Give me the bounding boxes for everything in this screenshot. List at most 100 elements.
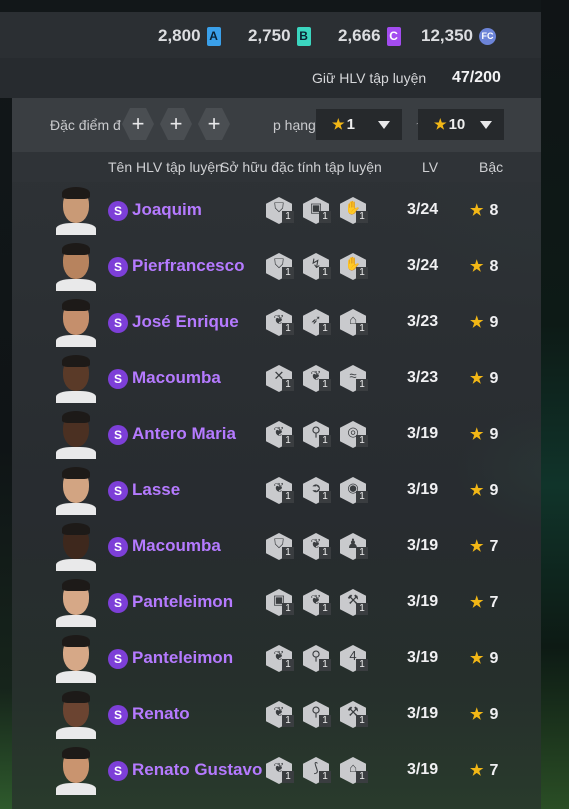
coach-level: 3/19 (407, 481, 439, 498)
coach-grade: ★ 9 (470, 313, 498, 332)
trait-count: 1 (356, 435, 368, 447)
star-icon: ★ (470, 258, 484, 275)
background-edge (541, 0, 569, 809)
star-icon: ★ (470, 202, 484, 219)
trait-count: 1 (319, 323, 331, 335)
coach-row[interactable]: S Antero Maria ❦ 1 ⚲ 1 ◎ 1 3/19 ★ 9 (12, 407, 541, 463)
currency-c-value: 2,666 (338, 26, 381, 45)
max-rank-value: 10 (448, 116, 466, 133)
add-trait-filter-button-1[interactable]: + (122, 108, 154, 140)
column-name[interactable]: Tên HLV tập luyện (108, 159, 223, 175)
trait-count: 1 (282, 491, 294, 503)
coach-row[interactable]: S Joaquim ⛉ 1 ▣ 1 ✋ 1 3/24 ★ 8 (12, 183, 541, 239)
grade-value: 9 (489, 706, 499, 723)
chevron-down-icon (378, 121, 390, 129)
add-trait-filter-button-3[interactable]: + (198, 108, 230, 140)
hold-label: Giữ HLV tập luyện (312, 70, 427, 86)
chevron-down-icon (480, 121, 492, 129)
trait-count: 1 (319, 491, 331, 503)
coach-level: 3/19 (407, 705, 439, 722)
trait-count: 1 (282, 771, 294, 783)
add-trait-filter-button-2[interactable]: + (160, 108, 192, 140)
filter-bar: Đặc điểm đ + + + p hạng ★ 1 ~ ★ 10 (12, 98, 541, 152)
trait-count: 1 (282, 715, 294, 727)
currency-fc: 12,350 FC (421, 26, 496, 46)
coach-name: Macoumba (132, 368, 221, 387)
coach-row[interactable]: S José Enrique ❦ 1 ➶ 1 ⌂ 1 3/23 ★ 9 (12, 295, 541, 351)
coach-grade: ★ 8 (470, 257, 498, 276)
grade-value: 9 (489, 370, 499, 387)
coach-level: 3/24 (407, 257, 439, 274)
trait-count: 1 (319, 267, 331, 279)
special-grade-badge: S (108, 313, 128, 333)
trait-count: 1 (319, 771, 331, 783)
grade-value: 8 (489, 258, 499, 275)
column-traits[interactable]: Sở hữu đặc tính tập luyện (220, 159, 382, 175)
trait-count: 1 (282, 211, 294, 223)
trait-count: 1 (356, 715, 368, 727)
currency-b-value: 2,750 (248, 26, 291, 45)
coach-level: 3/19 (407, 537, 439, 554)
star-icon: ★ (470, 594, 484, 611)
coach-row[interactable]: S Panteleimon ❦ 1 ⚲ 1 4 1 3/19 ★ 9 (12, 631, 541, 687)
grade-value: 9 (489, 650, 499, 667)
coach-grade: ★ 9 (470, 425, 498, 444)
avatar (56, 691, 96, 739)
coach-row[interactable]: S Renato ❦ 1 ⚲ 1 ⚒ 1 3/19 ★ 9 (12, 687, 541, 743)
star-icon: ★ (470, 762, 484, 779)
grade-value: 7 (489, 538, 499, 555)
special-grade-badge: S (108, 705, 128, 725)
grade-value: 9 (489, 314, 499, 331)
column-level[interactable]: LV (422, 159, 438, 175)
trait-count: 1 (356, 659, 368, 671)
coach-row[interactable]: S Macoumba ✕ 1 ❦ 1 ≈1 3/23 ★ 9 (12, 351, 541, 407)
avatar (56, 579, 96, 627)
avatar (56, 747, 96, 795)
currency-a: 2,800 A (158, 26, 221, 46)
coach-grade: ★ 7 (470, 593, 498, 612)
star-icon: ★ (434, 116, 447, 132)
trait-count: 1 (282, 659, 294, 671)
trait-count: 1 (319, 715, 331, 727)
coach-name: Macoumba (132, 536, 221, 555)
trait-count: 1 (319, 379, 331, 391)
coach-row[interactable]: S Lasse ❦ 1 ➲ 1 ◉ 1 3/19 ★ 9 (12, 463, 541, 519)
coach-row[interactable]: S Macoumba ⛉ 1 ❦ 1 ♟ 1 3/19 ★ 7 (12, 519, 541, 575)
special-grade-badge: S (108, 201, 128, 221)
coach-name: Joaquim (132, 200, 202, 219)
column-grade[interactable]: Bậc (479, 159, 503, 175)
trait-count: 1 (356, 603, 368, 615)
avatar (56, 187, 96, 235)
grade-value: 7 (489, 762, 499, 779)
star-icon: ★ (332, 116, 345, 132)
star-icon: ★ (470, 482, 484, 499)
coach-level: 3/23 (407, 369, 439, 386)
trait-count: 1 (319, 659, 331, 671)
hold-info: Giữ HLV tập luyện 47/200 (0, 58, 541, 98)
coach-name: Lasse (132, 480, 181, 499)
hold-count: 47/200 (452, 69, 501, 86)
coach-grade: ★ 7 (470, 761, 498, 780)
currency-b-icon: B (296, 26, 311, 46)
min-rank-value: 1 (346, 116, 355, 133)
coach-grade: ★ 9 (470, 649, 498, 668)
trait-count: 1 (356, 547, 368, 559)
trait-count: 1 (282, 323, 294, 335)
trait-count: 1 (319, 211, 331, 223)
min-rank-select[interactable]: ★ 1 (316, 109, 402, 140)
avatar (56, 635, 96, 683)
max-rank-select[interactable]: ★ 10 (418, 109, 504, 140)
coach-row[interactable]: S Pierfrancesco ⛉ 1 ↯ 1 ✋ 1 3/24 ★ 8 (12, 239, 541, 295)
coach-grade: ★ 9 (470, 369, 498, 388)
coach-name: Renato (132, 704, 190, 723)
currency-bar: 2,800 A 2,750 B 2,666 C 12,350 FC (0, 12, 541, 58)
coach-name: Antero Maria (132, 424, 236, 443)
coach-level: 3/19 (407, 649, 439, 666)
avatar (56, 467, 96, 515)
coach-row[interactable]: S Panteleimon ▣ 1 ❦ 1 ⚒ 1 3/19 ★ 7 (12, 575, 541, 631)
star-icon: ★ (470, 370, 484, 387)
coach-row[interactable]: S Renato Gustavo ❦ 1 ⟆ 1 ⌂ 1 3/19 ★ 7 (12, 743, 541, 799)
coach-level: 3/19 (407, 761, 439, 778)
trait-count: 1 (282, 547, 294, 559)
special-grade-badge: S (108, 425, 128, 445)
